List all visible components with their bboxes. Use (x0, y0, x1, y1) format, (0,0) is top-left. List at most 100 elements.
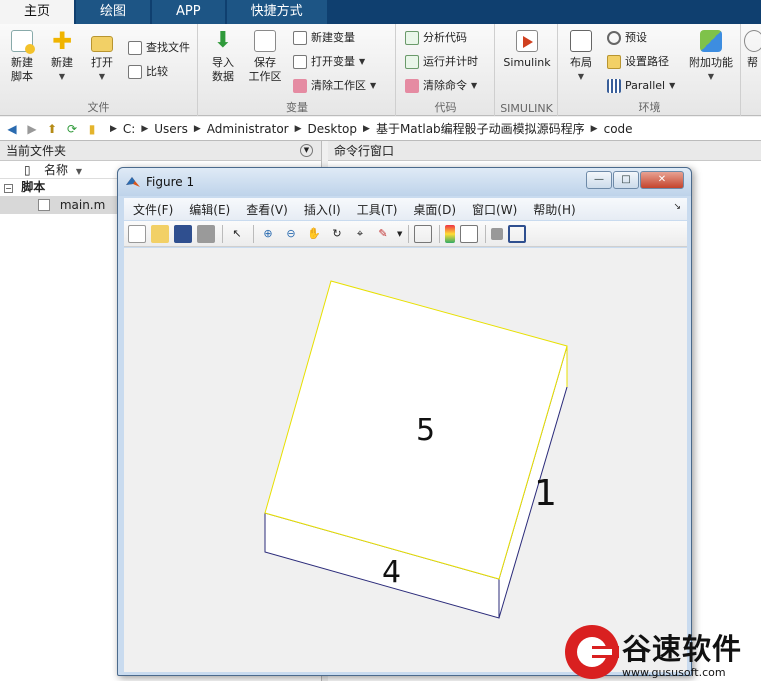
tab-apps[interactable]: APP (152, 0, 225, 24)
menu-edit[interactable]: 编辑(E) (189, 201, 230, 218)
menu-view[interactable]: 查看(V) (246, 201, 288, 218)
clear-workspace-icon (293, 79, 307, 93)
menu-insert[interactable]: 插入(I) (304, 201, 341, 218)
group-label-file: 文件 (87, 101, 110, 114)
save-icon[interactable] (174, 224, 192, 243)
clear-workspace-button[interactable]: 清除工作区 ▼ (293, 76, 376, 96)
forward-arrow-icon[interactable]: ▶ (24, 121, 40, 137)
add-ons-button[interactable]: 附加功能 ▼ (687, 30, 735, 84)
breadcrumb-separator-icon: ▶ (141, 123, 149, 134)
clear-commands-button[interactable]: 清除命令 ▼ (405, 76, 477, 96)
toolbar-separator (439, 224, 441, 243)
dock-arrow-icon[interactable]: ↘ (673, 202, 681, 212)
help-button[interactable]: 帮 (744, 30, 761, 70)
hide-plot-tools-icon[interactable] (491, 227, 504, 240)
preferences-button[interactable]: 预设 (607, 28, 647, 48)
legend-icon[interactable] (460, 224, 479, 243)
figure-title-bar[interactable]: Figure 1 — □ ✕ (118, 168, 691, 196)
open-variable-button[interactable]: 打开变量 ▼ (293, 52, 365, 72)
breadcrumb-item[interactable]: Users (154, 122, 188, 136)
chevron-down-icon: ▼ (471, 81, 478, 90)
find-files-icon (128, 41, 142, 55)
find-files-button[interactable]: 查找文件 (128, 38, 190, 58)
link-plot-icon[interactable] (414, 224, 433, 243)
show-plot-tools-icon[interactable] (508, 224, 527, 243)
die-plot[interactable]: 5 1 4 (124, 248, 687, 672)
sort-arrow-icon: ▼ (75, 167, 82, 176)
menu-window[interactable]: 窗口(W) (472, 201, 517, 218)
chevron-down-icon: ▼ (370, 81, 377, 90)
open-file-icon[interactable] (151, 224, 169, 243)
breadcrumb-item[interactable]: Desktop (308, 122, 358, 136)
brush-icon[interactable]: ✎ (374, 225, 392, 243)
pointer-icon[interactable]: ↖ (228, 225, 246, 243)
import-data-button[interactable]: ⬇ 导入 数据 (205, 30, 241, 84)
menu-help[interactable]: 帮助(H) (533, 201, 575, 218)
address-bar: ◀ ▶ ⬆ ⟳ ▮ ▶ C: ▶ Users ▶ Administrator ▶… (0, 117, 761, 141)
compare-icon (128, 65, 142, 79)
breadcrumb-item[interactable]: C: (123, 122, 135, 136)
current-folder-header: 当前文件夹 ▼ (0, 141, 321, 161)
new-variable-button[interactable]: 新建变量 (293, 28, 355, 48)
breadcrumb-separator-icon: ▶ (590, 123, 598, 134)
parallel-button[interactable]: Parallel ▼ (607, 76, 675, 96)
breadcrumb-separator-icon: ▶ (193, 123, 201, 134)
figure-axes-area[interactable]: 5 1 4 (124, 248, 687, 672)
menu-tools[interactable]: 工具(T) (357, 201, 398, 218)
print-icon[interactable] (197, 224, 215, 243)
chevron-down-icon: ▼ (669, 81, 676, 90)
data-cursor-icon[interactable]: ⌖ (351, 225, 369, 243)
tab-home[interactable]: 主页 (0, 0, 75, 24)
breadcrumb-item[interactable]: 基于Matlab编程骰子动画模拟源码程序 (376, 120, 585, 137)
pan-hand-icon[interactable]: ✋ (305, 225, 323, 243)
layout-icon (570, 30, 592, 52)
layout-button[interactable]: 布局 ▼ (563, 30, 599, 84)
chevron-down-icon[interactable]: ▼ (397, 230, 402, 238)
group-label-variable: 变量 (286, 101, 308, 114)
new-button[interactable]: ✚ 新建 ▼ (44, 29, 80, 84)
rotate-3d-icon[interactable]: ↻ (328, 225, 346, 243)
die-face-label-right: 1 (534, 473, 557, 514)
minimize-button[interactable]: — (586, 171, 612, 189)
save-workspace-button[interactable]: 保存 工作区 (245, 30, 285, 84)
set-path-button[interactable]: 设置路径 (607, 52, 669, 72)
help-icon (744, 30, 761, 52)
new-figure-icon[interactable] (128, 224, 146, 243)
maximize-button[interactable]: □ (613, 171, 639, 189)
group-label-environment: 环境 (638, 101, 661, 114)
open-button[interactable]: 打开 ▼ (84, 30, 120, 84)
back-arrow-icon[interactable]: ◀ (4, 121, 20, 137)
chevron-down-icon: ▼ (58, 72, 66, 81)
colorbar-icon[interactable] (445, 224, 456, 243)
new-script-icon (11, 30, 35, 54)
simulink-icon (516, 30, 538, 52)
simulink-button[interactable]: Simulink (500, 30, 554, 70)
folder-icon: ▮ (88, 121, 96, 136)
run-and-time-button[interactable]: 运行并计时 (405, 52, 478, 72)
gear-icon (607, 31, 621, 45)
ribbon-group-variable: ⬇ 导入 数据 保存 工作区 新建变量 打开变量 ▼ 清除工作区 ▼ 变量 (199, 24, 396, 116)
browse-folder-icon[interactable]: ⟳ (64, 121, 80, 137)
analyze-code-button[interactable]: 分析代码 (405, 28, 467, 48)
breadcrumb-separator-icon: ▶ (363, 123, 370, 134)
group-label-code: 代码 (434, 101, 457, 114)
close-button[interactable]: ✕ (640, 171, 684, 189)
menu-file[interactable]: 文件(F) (133, 201, 173, 218)
menu-desktop[interactable]: 桌面(D) (413, 201, 456, 218)
panel-options-icon[interactable]: ▼ (300, 144, 313, 157)
tab-shortcuts[interactable]: 快捷方式 (226, 0, 327, 24)
breadcrumb-item[interactable]: code (604, 122, 633, 136)
compare-button[interactable]: 比较 (128, 62, 168, 82)
tab-plots[interactable]: 绘图 (76, 0, 151, 24)
up-folder-icon[interactable]: ⬆ (44, 121, 60, 137)
collapse-icon[interactable]: − (4, 184, 13, 193)
breadcrumb-item[interactable]: Administrator (207, 122, 289, 136)
file-icon: ▯ (24, 163, 31, 177)
zoom-out-icon[interactable]: ⊖ (282, 225, 300, 243)
open-variable-icon (293, 55, 307, 69)
zoom-in-icon[interactable]: ⊕ (259, 225, 277, 243)
die-face-label-top: 5 (416, 413, 435, 448)
ribbon: 新建 脚本 ✚ 新建 ▼ 打开 ▼ 查找文件 比较 文件 ⬇ 导入 数据 保存 … (0, 24, 761, 116)
watermark-url: www.gususoft.com (622, 666, 726, 679)
new-script-button[interactable]: 新建 脚本 (4, 30, 40, 84)
